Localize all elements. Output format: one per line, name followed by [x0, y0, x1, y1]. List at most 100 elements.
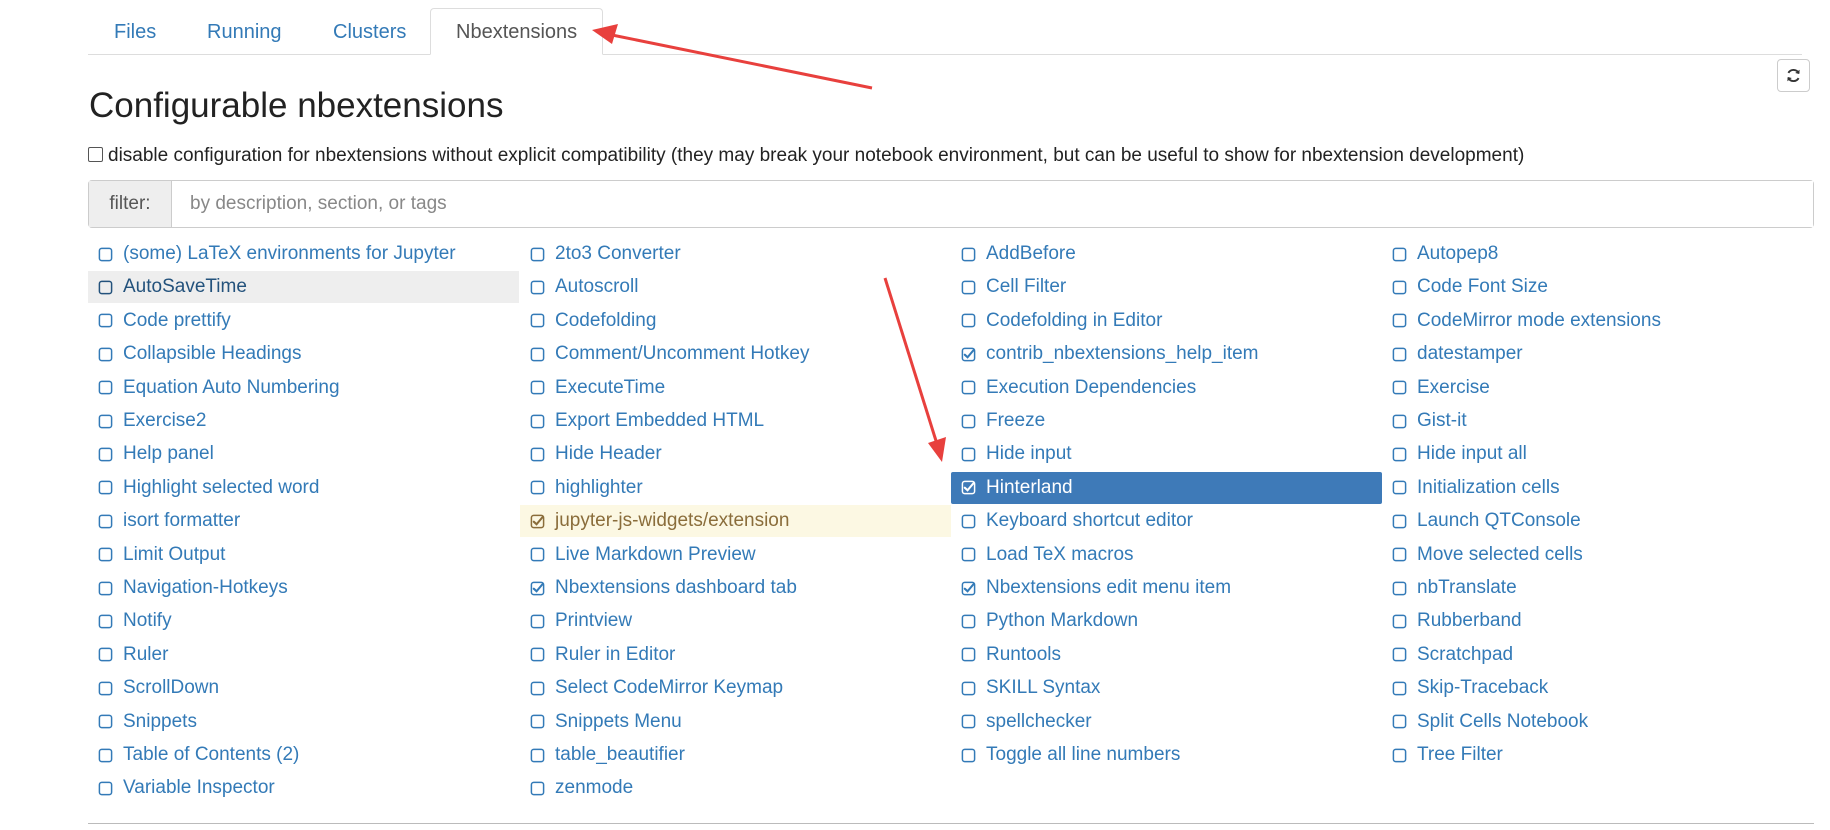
checkbox-icon[interactable] [98, 681, 113, 696]
extension-item-nbextensions-dashboard-tab[interactable]: Nbextensions dashboard tab [520, 572, 951, 604]
extension-item-hinterland[interactable]: Hinterland [951, 471, 1382, 504]
checkbox-checked-icon[interactable] [961, 347, 976, 362]
checkbox-icon[interactable] [1392, 647, 1407, 662]
extension-item-keyboard-shortcut-editor[interactable]: Keyboard shortcut editor [951, 505, 1382, 537]
compat-checkbox-row[interactable]: disable configuration for nbextensions w… [88, 143, 1524, 169]
checkbox-icon[interactable] [1392, 414, 1407, 429]
checkbox-icon[interactable] [530, 447, 545, 462]
refresh-button[interactable] [1777, 59, 1810, 92]
checkbox-icon[interactable] [1392, 547, 1407, 562]
checkbox-icon[interactable] [961, 547, 976, 562]
extension-item-exercise[interactable]: Exercise [1382, 372, 1813, 404]
checkbox-icon[interactable] [530, 781, 545, 796]
extension-item-toggle-all-line-numbers[interactable]: Toggle all line numbers [951, 739, 1382, 771]
extension-item-addbefore[interactable]: AddBefore [951, 238, 1382, 270]
extension-item-notify[interactable]: Notify [88, 605, 519, 637]
checkbox-icon[interactable] [98, 480, 113, 495]
checkbox-icon[interactable] [1392, 280, 1407, 295]
checkbox-icon[interactable] [530, 280, 545, 295]
extension-item-scratchpad[interactable]: Scratchpad [1382, 639, 1813, 671]
checkbox-icon[interactable] [961, 447, 976, 462]
extension-item-table-of-contents-2[interactable]: Table of Contents (2) [88, 739, 519, 771]
checkbox-icon[interactable] [530, 547, 545, 562]
checkbox-checked-icon[interactable] [961, 480, 976, 495]
checkbox-icon[interactable] [961, 414, 976, 429]
checkbox-icon[interactable] [98, 547, 113, 562]
extension-item-autopep8[interactable]: Autopep8 [1382, 238, 1813, 270]
checkbox-icon[interactable] [1392, 447, 1407, 462]
checkbox-icon[interactable] [1392, 313, 1407, 328]
checkbox-icon[interactable] [98, 380, 113, 395]
extension-item-help-panel[interactable]: Help panel [88, 438, 519, 470]
checkbox-icon[interactable] [961, 714, 976, 729]
extension-item-collapsible-headings[interactable]: Collapsible Headings [88, 338, 519, 370]
checkbox-icon[interactable] [961, 681, 976, 696]
extension-item-select-codemirror-keymap[interactable]: Select CodeMirror Keymap [520, 672, 951, 704]
extension-item-zenmode[interactable]: zenmode [520, 772, 951, 804]
checkbox-icon[interactable] [961, 748, 976, 763]
checkbox-icon[interactable] [1392, 380, 1407, 395]
checkbox-icon[interactable] [98, 614, 113, 629]
tab-clusters[interactable]: Clusters [307, 8, 432, 54]
extension-item-ruler-in-editor[interactable]: Ruler in Editor [520, 639, 951, 671]
extension-item-hide-input[interactable]: Hide input [951, 438, 1382, 470]
tab-nbextensions[interactable]: Nbextensions [430, 8, 604, 55]
checkbox-icon[interactable] [1392, 247, 1407, 262]
extension-item-rubberband[interactable]: Rubberband [1382, 605, 1813, 637]
extension-item-datestamper[interactable]: datestamper [1382, 338, 1813, 370]
extension-item-nbtranslate[interactable]: nbTranslate [1382, 572, 1813, 604]
checkbox-icon[interactable] [1392, 581, 1407, 596]
extension-item-codefolding[interactable]: Codefolding [520, 305, 951, 337]
extension-item-launch-qtconsole[interactable]: Launch QTConsole [1382, 505, 1813, 537]
filter-input[interactable] [172, 181, 1813, 227]
checkbox-icon[interactable] [961, 614, 976, 629]
extension-item-executetime[interactable]: ExecuteTime [520, 372, 951, 404]
extension-item-cell-filter[interactable]: Cell Filter [951, 271, 1382, 303]
checkbox-icon[interactable] [530, 647, 545, 662]
checkbox-icon[interactable] [530, 714, 545, 729]
extension-item-isort-formatter[interactable]: isort formatter [88, 505, 519, 537]
extension-item-limit-output[interactable]: Limit Output [88, 539, 519, 571]
extension-item-codemirror-mode-extensions[interactable]: CodeMirror mode extensions [1382, 305, 1813, 337]
checkbox-icon[interactable] [98, 414, 113, 429]
extension-item-comment-uncomment-hotkey[interactable]: Comment/Uncomment Hotkey [520, 338, 951, 370]
checkbox-icon[interactable] [1392, 347, 1407, 362]
extension-item-codefolding-in-editor[interactable]: Codefolding in Editor [951, 305, 1382, 337]
checkbox-icon[interactable] [1392, 714, 1407, 729]
extension-item-execution-dependencies[interactable]: Execution Dependencies [951, 372, 1382, 404]
extension-item-highlight-selected-word[interactable]: Highlight selected word [88, 472, 519, 504]
extension-item-autosavetime[interactable]: AutoSaveTime [88, 271, 519, 304]
checkbox-icon[interactable] [98, 748, 113, 763]
extension-item-skip-traceback[interactable]: Skip-Traceback [1382, 672, 1813, 704]
extension-item-2to3-converter[interactable]: 2to3 Converter [520, 238, 951, 270]
checkbox-icon[interactable] [1392, 480, 1407, 495]
checkbox-icon[interactable] [961, 380, 976, 395]
checkbox-icon[interactable] [530, 480, 545, 495]
checkbox-checked-icon[interactable] [530, 581, 545, 596]
extension-item-code-prettify[interactable]: Code prettify [88, 305, 519, 337]
checkbox-icon[interactable] [530, 614, 545, 629]
extension-item-exercise2[interactable]: Exercise2 [88, 405, 519, 437]
checkbox-icon[interactable] [530, 347, 545, 362]
tab-running[interactable]: Running [181, 8, 308, 54]
checkbox-icon[interactable] [98, 714, 113, 729]
checkbox-checked-icon[interactable] [530, 514, 545, 529]
extension-item-navigation-hotkeys[interactable]: Navigation-Hotkeys [88, 572, 519, 604]
checkbox-icon[interactable] [98, 280, 113, 295]
checkbox-icon[interactable] [98, 313, 113, 328]
extension-item-hide-input-all[interactable]: Hide input all [1382, 438, 1813, 470]
extension-item-autoscroll[interactable]: Autoscroll [520, 271, 951, 303]
checkbox-icon[interactable] [98, 514, 113, 529]
extension-item-python-markdown[interactable]: Python Markdown [951, 605, 1382, 637]
extension-item-code-font-size[interactable]: Code Font Size [1382, 271, 1813, 303]
checkbox-icon[interactable] [98, 247, 113, 262]
checkbox-icon[interactable] [98, 647, 113, 662]
extension-item-highlighter[interactable]: highlighter [520, 472, 951, 504]
extension-item-some-latex-environments-for-jupyter[interactable]: (some) LaTeX environments for Jupyter [88, 238, 519, 270]
extension-item-initialization-cells[interactable]: Initialization cells [1382, 472, 1813, 504]
checkbox-icon[interactable] [98, 581, 113, 596]
checkbox-icon[interactable] [1392, 681, 1407, 696]
checkbox-icon[interactable] [530, 380, 545, 395]
extension-item-nbextensions-edit-menu-item[interactable]: Nbextensions edit menu item [951, 572, 1382, 604]
checkbox-icon[interactable] [1392, 514, 1407, 529]
